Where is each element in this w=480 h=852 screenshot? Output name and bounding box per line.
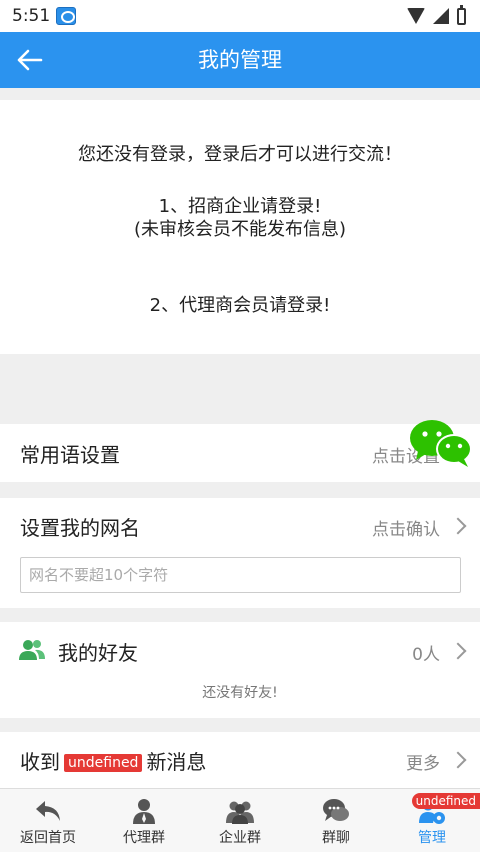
reply-arrow-icon [36,801,60,821]
wifi-icon [407,8,425,24]
chevron-right-icon [449,517,467,535]
status-time: 5:51 [12,6,51,26]
phrases-setting-label: 常用语设置 [20,443,120,467]
tab-manage-badge: undefined [411,793,480,809]
chevron-right-icon [449,751,467,769]
agent-person-icon [133,799,155,824]
company-group-icon [226,801,254,824]
tab-group-chat-label: 群聊 [322,830,350,846]
back-arrow-icon [17,49,43,71]
tab-manage-label: 管理 [418,830,446,846]
messages-label-suffix: 新消息 [146,750,207,774]
app-notification-icon [56,7,76,25]
messages-row[interactable]: 收到 undefined 新消息 更多 [0,732,480,788]
chevron-right-icon [449,642,467,660]
agent-login-link[interactable]: 2、代理商会员请登录! [0,291,480,317]
friends-count: 0人 [412,645,440,665]
page-title: 我的管理 [198,48,282,72]
wechat-float-button[interactable] [408,418,474,470]
signal-icon [433,8,449,24]
messages-label: 收到 undefined 新消息 [20,746,206,775]
messages-more-link[interactable]: 更多 [406,749,440,774]
status-icons [407,4,466,26]
nickname-input[interactable] [20,557,461,593]
nickname-confirm-button[interactable]: 点击确认 [372,515,440,540]
wechat-icon [410,420,472,467]
chat-bubbles-icon [323,799,349,821]
battery-icon [457,4,466,25]
tab-agent-group[interactable]: 代理群 [96,789,192,852]
back-button[interactable] [10,40,50,80]
tab-company-group-label: 企业群 [219,830,261,846]
friends-empty-text: 还没有好友! [202,685,278,701]
tab-home-label: 返回首页 [20,830,76,846]
status-bar: 5:51 [0,0,480,32]
tab-agent-group-label: 代理群 [123,830,165,846]
tab-manage[interactable]: 管理 undefined [384,789,480,852]
tab-group-chat[interactable]: 群聊 [288,789,384,852]
login-notice-card: 您还没有登录，登录后才可以进行交流！ 1、招商企业请登录! (未审核会员不能发布… [0,100,480,354]
unverified-note: (未审核会员不能发布信息) [133,219,347,240]
app-bar: 我的管理 [0,32,480,88]
friends-icon [19,640,45,660]
friends-label: 我的好友 [58,641,138,665]
login-notice-text: 您还没有登录，登录后才可以进行交流！ [78,144,402,165]
tab-company-group[interactable]: 企业群 [192,789,288,852]
bottom-tab-bar: 返回首页 代理群 企业群 群聊 管理 undefined [0,788,480,852]
nickname-setting-label: 设置我的网名 [20,516,140,540]
messages-label-prefix: 收到 [20,750,60,774]
friends-row[interactable]: 我的好友 0人 还没有好友! [0,622,480,718]
messages-count-badge: undefined [64,754,143,772]
tab-home[interactable]: 返回首页 [0,789,96,852]
